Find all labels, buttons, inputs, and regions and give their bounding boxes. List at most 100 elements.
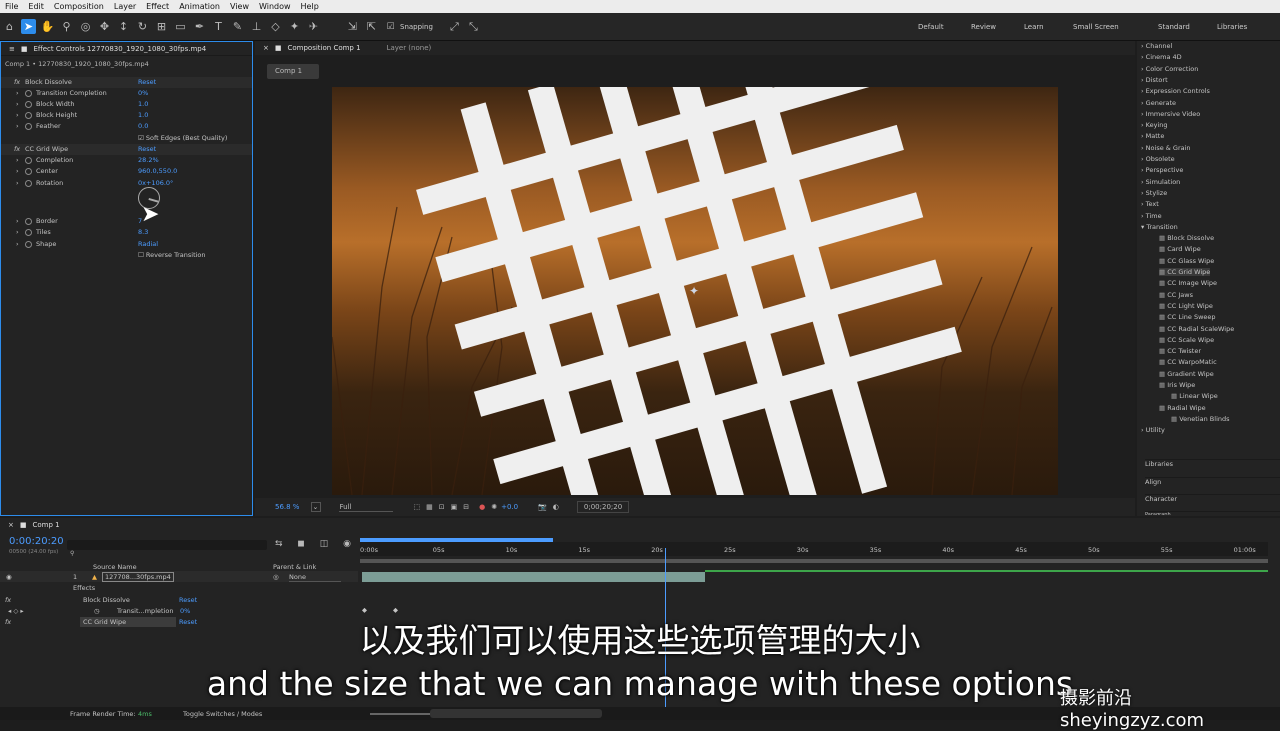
disclosure-icon[interactable]: › xyxy=(16,216,19,227)
resolution-select[interactable]: Full xyxy=(339,503,394,512)
3d-view-icon[interactable]: ⊟ xyxy=(463,503,469,511)
snapping-checkbox-icon[interactable]: ☑ xyxy=(383,19,398,34)
disclosure-icon[interactable]: › xyxy=(16,178,19,189)
disclosure-icon[interactable]: › xyxy=(16,155,19,166)
disclosure-icon[interactable]: › xyxy=(16,239,19,250)
effect-controls-tab[interactable]: ≡ ■ Effect Controls 12770830_1920_1080_3… xyxy=(1,42,252,56)
checkbox-icon[interactable]: ☑ xyxy=(138,134,146,142)
menu-window[interactable]: Window xyxy=(254,2,296,11)
timeline-tab[interactable]: × ■ Comp 1 xyxy=(0,518,1280,532)
effect-row[interactable]: › Shape Radial xyxy=(1,239,252,250)
workspace-review[interactable]: Review xyxy=(971,23,1024,31)
exposure-icon[interactable]: ✺ xyxy=(491,503,497,511)
menu-composition[interactable]: Composition xyxy=(49,2,109,11)
effect-category[interactable]: › Text xyxy=(1141,200,1159,208)
effect-row[interactable]: › Center 960.0,550.0 xyxy=(1,166,252,177)
effect-row[interactable]: ☐ Reverse Transition xyxy=(1,250,252,261)
effect-item[interactable]: ▦ Venetian Blinds xyxy=(1171,415,1230,423)
effect-category[interactable]: › Generate xyxy=(1141,99,1176,107)
effect-row-value[interactable]: 0.0 xyxy=(138,121,148,132)
timeline-timecode[interactable]: 0:00:20:20 xyxy=(9,536,64,547)
comp-navigator-chip[interactable]: Comp 1 xyxy=(267,64,319,79)
visibility-icon[interactable]: ◉ xyxy=(6,573,12,581)
effect-category[interactable]: › Immersive Video xyxy=(1141,110,1200,118)
effect-row[interactable]: fx Block Dissolve Reset xyxy=(1,77,252,88)
effect-category[interactable]: › Matte xyxy=(1141,132,1164,140)
effect-item[interactable]: ▦ Card Wipe xyxy=(1159,245,1201,253)
effect-row[interactable]: › Rotation 0x+106.0° xyxy=(1,178,252,189)
guides-icon[interactable]: ▣ xyxy=(451,503,458,511)
effect-category[interactable]: › Perspective xyxy=(1141,166,1183,174)
effect-category[interactable]: ▾ Transition xyxy=(1141,223,1178,231)
fx-icon[interactable]: fx xyxy=(14,77,20,88)
workspace-libraries[interactable]: Libraries xyxy=(1217,23,1267,31)
home-icon[interactable]: ⌂ xyxy=(2,19,17,34)
selection-tool-icon[interactable]: ➤ xyxy=(21,19,36,34)
effect-category[interactable]: › Cinema 4D xyxy=(1141,53,1182,61)
effect-item[interactable]: ▦ CC Scale Wipe xyxy=(1159,336,1214,344)
effect-checkbox[interactable]: ☐ Reverse Transition xyxy=(138,250,206,261)
rectangle-tool-icon[interactable]: ▭ xyxy=(173,19,188,34)
toggle-switches-modes[interactable]: Toggle Switches / Modes xyxy=(183,710,262,718)
effect-category[interactable]: › Color Correction xyxy=(1141,65,1198,73)
zoom-tool-icon[interactable]: ⚲ xyxy=(59,19,74,34)
checkbox-icon[interactable]: ☐ xyxy=(138,251,146,259)
current-time-display[interactable]: 0;00;20;20 xyxy=(576,501,630,513)
show-snapshot-icon[interactable]: ◐ xyxy=(553,503,559,511)
effect-item[interactable]: ▦ Gradient Wipe xyxy=(1159,370,1214,378)
time-ruler[interactable] xyxy=(360,542,1268,556)
effect-checkbox[interactable]: ☑ Soft Edges (Best Quality) xyxy=(138,133,227,144)
keyframe-icon[interactable]: ◆ xyxy=(362,606,367,614)
effect-category[interactable]: › Keying xyxy=(1141,121,1168,129)
effects-group[interactable]: Effects xyxy=(73,584,95,592)
effect-row[interactable]: › Completion 28.2% xyxy=(1,155,252,166)
region-interest-icon[interactable]: ⬚ xyxy=(413,503,420,511)
effect-item[interactable]: ▦ CC Glass Wipe xyxy=(1159,257,1214,265)
anchor-point-icon[interactable]: ✦ xyxy=(689,284,699,298)
stopwatch-icon[interactable] xyxy=(25,168,32,175)
lock-icon[interactable]: ■ xyxy=(20,521,27,529)
snap-options-icon[interactable]: ⤢ xyxy=(447,19,462,34)
effect-item[interactable]: ▦ Block Dissolve xyxy=(1159,234,1214,242)
effect-row[interactable]: › Block Height 1.0 xyxy=(1,110,252,121)
effect-item[interactable]: ▦ CC Jaws xyxy=(1159,291,1193,299)
fx-icon[interactable]: fx xyxy=(5,596,11,604)
effect-row-value[interactable]: 28.2% xyxy=(138,155,159,166)
block-dissolve-row[interactable]: Block Dissolve xyxy=(83,596,130,604)
effect-category[interactable]: › Stylize xyxy=(1141,189,1167,197)
zoom-dropdown-icon[interactable]: ⌄ xyxy=(311,502,322,512)
stopwatch-icon[interactable] xyxy=(25,157,32,164)
parent-select[interactable]: None xyxy=(289,573,341,582)
eraser-tool-icon[interactable]: ◇ xyxy=(268,19,283,34)
pen-tool-icon[interactable]: ✒ xyxy=(192,19,207,34)
snap-options-icon-2[interactable]: ⤡ xyxy=(466,19,481,34)
effect-row-value[interactable]: 960.0,550.0 xyxy=(138,166,177,177)
stopwatch-icon[interactable] xyxy=(25,101,32,108)
clone-stamp-icon[interactable]: ⊥ xyxy=(249,19,264,34)
panel-character[interactable]: Character xyxy=(1145,494,1280,503)
roto-brush-icon[interactable]: ✦ xyxy=(287,19,302,34)
exposure-value[interactable]: +0.0 xyxy=(501,503,518,511)
camera-snapshot-icon[interactable]: 📷 xyxy=(538,503,547,511)
menu-layer[interactable]: Layer xyxy=(109,2,141,11)
effect-item[interactable]: ▦ CC Twister xyxy=(1159,347,1201,355)
fx-icon[interactable]: fx xyxy=(14,144,20,155)
effect-category[interactable]: › Obsolete xyxy=(1141,155,1175,163)
panel-align[interactable]: Align xyxy=(1145,477,1280,486)
effect-item[interactable]: ▦ CC Line Sweep xyxy=(1159,313,1216,321)
effect-category[interactable]: › Channel xyxy=(1141,42,1172,50)
effect-category-utility[interactable]: › Utility xyxy=(1141,426,1165,434)
menu-animation[interactable]: Animation xyxy=(174,2,225,11)
layer-bar[interactable] xyxy=(362,572,705,582)
disclosure-icon[interactable]: › xyxy=(16,110,19,121)
menu-view[interactable]: View xyxy=(225,2,254,11)
mask-visibility-icon[interactable]: ⊡ xyxy=(439,503,445,511)
effect-item[interactable]: ▦ CC Light Wipe xyxy=(1159,302,1213,310)
effect-category[interactable]: › Expression Controls xyxy=(1141,87,1210,95)
pan-tool-icon[interactable]: ✥ xyxy=(97,19,112,34)
workspace-standard[interactable]: Standard xyxy=(1158,23,1217,31)
effect-item[interactable]: ▦ CC WarpoMatic xyxy=(1159,358,1217,366)
menu-icon[interactable]: ≡ xyxy=(9,45,15,53)
effect-category[interactable]: › Time xyxy=(1141,212,1162,220)
effect-item[interactable]: ▦ Linear Wipe xyxy=(1171,392,1218,400)
